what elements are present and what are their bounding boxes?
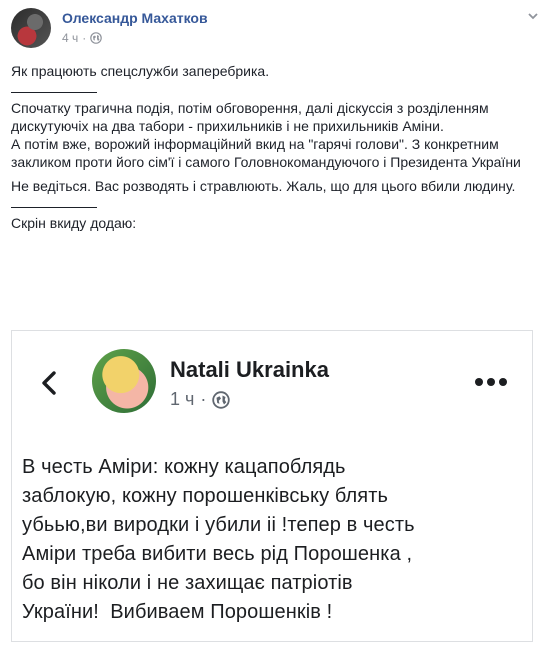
back-arrow-icon bbox=[42, 371, 56, 395]
post-meta: 4 ч · bbox=[62, 31, 103, 45]
post-time[interactable]: 4 ч bbox=[62, 31, 78, 45]
author-name[interactable]: Олександр Махатков bbox=[62, 10, 208, 26]
post-paragraph: Скрін вкиду додаю: bbox=[11, 215, 137, 231]
globe-icon bbox=[212, 390, 231, 409]
embedded-text-line: заблокую, кожну порошенківську блять bbox=[22, 485, 389, 507]
embedded-post-time: 1 ч bbox=[170, 389, 195, 409]
embedded-author-name: Natali Ukrainka bbox=[170, 357, 329, 382]
globe-icon[interactable] bbox=[90, 32, 103, 44]
post-paragraph: А потім вже, ворожий інформаційний вкид … bbox=[11, 136, 521, 170]
embedded-post-text: В честь Аміри: кожну кацапоблядь заблоку… bbox=[22, 453, 522, 627]
facebook-post: Олександр Махатков 4 ч · Як працюють спе… bbox=[0, 0, 553, 647]
post-paragraph: Не ведіться. Вас розводять і стравлюють.… bbox=[11, 178, 516, 194]
embedded-author-avatar bbox=[92, 349, 156, 413]
chevron-down-icon[interactable] bbox=[527, 10, 539, 22]
author-avatar[interactable] bbox=[11, 8, 51, 48]
embedded-text-line: України! Вибиваем Порошенків ! bbox=[22, 601, 333, 623]
post-body: Як працюють спецслужби заперебрика. Споч… bbox=[11, 62, 541, 238]
embedded-meta-separator: · bbox=[200, 389, 207, 409]
post-paragraph: Спочатку трагична подія, потім обговорен… bbox=[11, 100, 489, 134]
divider bbox=[11, 207, 97, 208]
more-dots-icon bbox=[475, 378, 507, 386]
embedded-text-line: убьью,ви виродки і убили іі !тепер в чес… bbox=[22, 514, 415, 536]
embedded-text-line: бо він ніколи і не захищає патріотів bbox=[22, 572, 353, 594]
meta-separator: · bbox=[82, 31, 87, 45]
embedded-text-line: В честь Аміри: кожну кацапоблядь bbox=[22, 456, 346, 478]
embedded-post-meta: 1 ч · bbox=[170, 389, 231, 410]
divider bbox=[11, 92, 97, 93]
post-paragraph: Як працюють спецслужби заперебрика. bbox=[11, 63, 270, 79]
embedded-text-line: Аміри треба вибити весь рід Порошенка , bbox=[22, 543, 413, 565]
attached-screenshot[interactable]: Natali Ukrainka 1 ч · В честь Аміри: кож… bbox=[11, 330, 533, 642]
